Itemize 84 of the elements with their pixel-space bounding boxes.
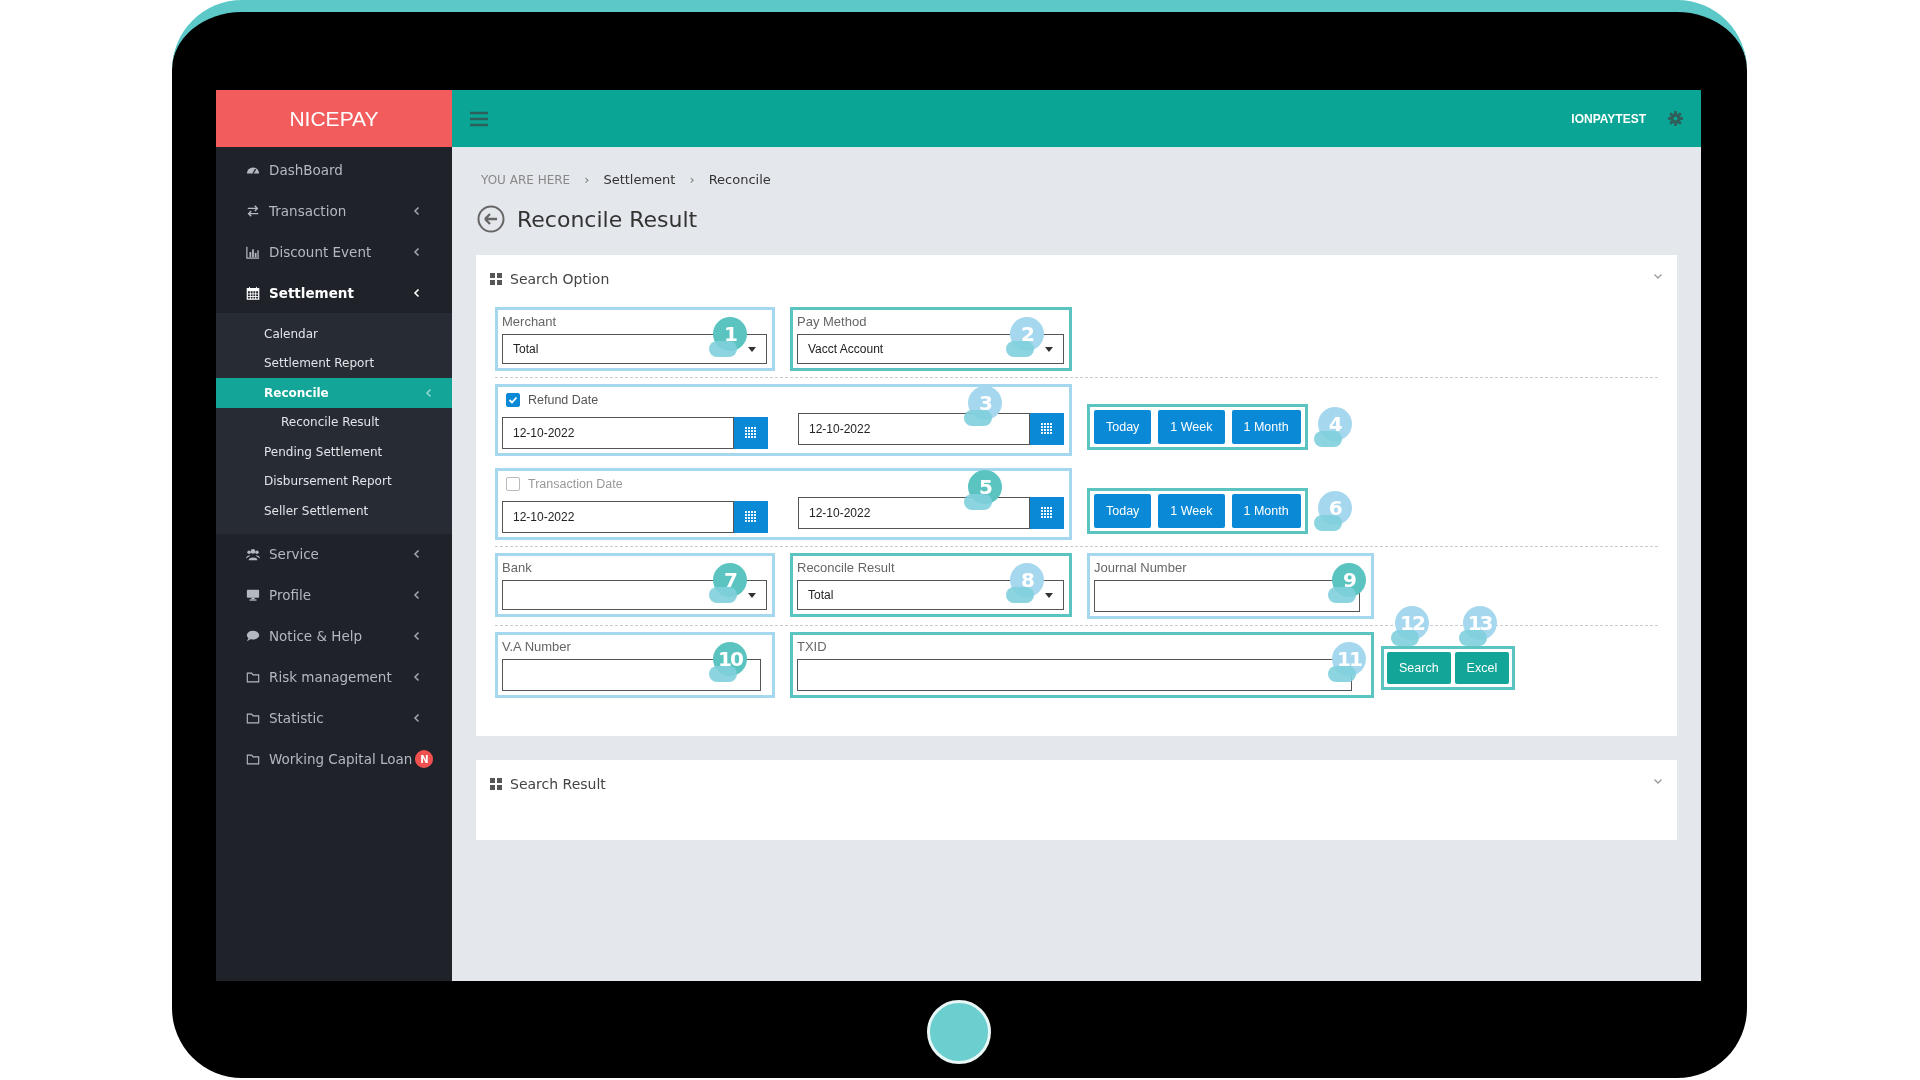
date-field[interactable]: 12-10-2022	[502, 417, 734, 449]
field-label: Journal Number	[1094, 560, 1188, 575]
chevron-down-icon[interactable]	[1653, 776, 1663, 786]
calendar-button[interactable]	[734, 501, 768, 533]
users-icon	[246, 547, 260, 561]
speech-bubble-icon	[246, 629, 260, 643]
submenu-item[interactable]: Seller Settlement	[216, 496, 452, 526]
sidebar-item[interactable]: Notice & Help	[216, 615, 452, 657]
menu-icon[interactable]	[470, 110, 488, 127]
chevron-left-icon	[412, 246, 422, 257]
breadcrumb-link[interactable]: Reconcile	[708, 172, 771, 187]
chevron-down-icon[interactable]	[1653, 271, 1663, 281]
date-preset-button[interactable]: 1 Week	[1158, 494, 1225, 528]
caret-icon	[1045, 346, 1053, 352]
folder-icon	[246, 711, 260, 725]
bar-chart-icon	[246, 244, 260, 259]
new-badge: N	[415, 750, 434, 768]
chevron-left-icon	[412, 287, 422, 298]
date-preset-button[interactable]: 1 Month	[1231, 410, 1301, 444]
calendar-button[interactable]	[1030, 497, 1064, 529]
field-label: Merchant	[502, 314, 558, 329]
settings-icon[interactable]	[1668, 111, 1683, 126]
sidebar-item[interactable]: Statistic	[216, 697, 452, 739]
sidebar-item[interactable]: Service	[216, 533, 452, 575]
field-label: V.A Number	[502, 639, 572, 654]
submenu-item[interactable]: Calendar	[216, 319, 452, 349]
sidebar-item[interactable]: Settlement	[216, 272, 452, 313]
sidebar-item[interactable]: Profile	[216, 574, 452, 616]
grid-icon	[490, 778, 502, 790]
sidebar-item[interactable]: DashBoard	[216, 149, 452, 190]
breadcrumb-link[interactable]: Settlement	[603, 172, 676, 187]
submenu-item[interactable]: Settlement Report	[216, 348, 452, 378]
chevron-left-icon	[412, 713, 422, 723]
field-label: Reconcile Result	[797, 560, 896, 575]
calendar-icon	[246, 285, 260, 300]
page-title: Reconcile Result	[517, 206, 698, 232]
monitor-icon	[246, 588, 260, 602]
breadcrumb-label: YOU ARE HERE	[481, 172, 571, 187]
folder-icon	[246, 752, 260, 766]
chevron-left-icon	[412, 590, 422, 600]
date-preset-button[interactable]: Today	[1094, 410, 1152, 444]
caret-icon	[748, 592, 756, 598]
submenu-item[interactable]: Pending Settlement	[216, 437, 452, 467]
panel-title: Search Result	[510, 776, 607, 792]
sidebar-item[interactable]: Transaction	[216, 190, 452, 231]
chevron-left-icon	[412, 549, 422, 559]
sidebar-item[interactable]: Risk management	[216, 656, 452, 698]
date-field[interactable]: 12-10-2022	[798, 413, 1030, 445]
chevron-left-icon	[412, 205, 422, 216]
checkbox[interactable]	[506, 393, 520, 407]
chevron-left-icon	[412, 631, 422, 641]
date-field[interactable]: 12-10-2022	[798, 497, 1030, 529]
date-preset-button[interactable]: 1 Month	[1231, 494, 1301, 528]
field-label: Pay Method	[797, 314, 868, 329]
submenu-item[interactable]: Disbursement Report	[216, 466, 452, 496]
sidebar-item[interactable]: Discount Event	[216, 231, 452, 272]
arrows-icon	[246, 203, 260, 218]
field-label: Bank	[502, 560, 533, 575]
chevron-left-icon	[412, 672, 422, 682]
grid-icon	[745, 511, 757, 523]
breadcrumb-separator: ›	[584, 172, 590, 187]
grid-icon	[1041, 423, 1053, 435]
chevron-left-icon	[424, 387, 434, 398]
field-label: TXID	[797, 639, 828, 654]
panel-title: Search Option	[510, 271, 611, 287]
grid-icon	[490, 273, 502, 285]
grid-icon	[1041, 507, 1053, 519]
calendar-button[interactable]	[734, 417, 768, 449]
calendar-button[interactable]	[1030, 413, 1064, 445]
date-preset-button[interactable]: Today	[1094, 494, 1152, 528]
sidebar-item[interactable]: Working Capital Loan N	[216, 738, 452, 780]
breadcrumb-separator: ›	[689, 172, 695, 187]
caret-icon	[1045, 592, 1053, 598]
folder-icon	[246, 670, 260, 684]
checkbox-label: Transaction Date	[528, 477, 623, 491]
logo: NICEPAY	[216, 90, 452, 147]
date-field[interactable]: 12-10-2022	[502, 501, 734, 533]
date-preset-button[interactable]: 1 Week	[1158, 410, 1225, 444]
checkmark-icon	[508, 395, 518, 405]
submenu-item[interactable]: Reconcile Result	[216, 407, 452, 437]
grid-icon	[745, 427, 757, 439]
caret-icon	[748, 346, 756, 352]
checkbox[interactable]	[506, 477, 520, 491]
checkbox-label: Refund Date	[528, 393, 599, 407]
